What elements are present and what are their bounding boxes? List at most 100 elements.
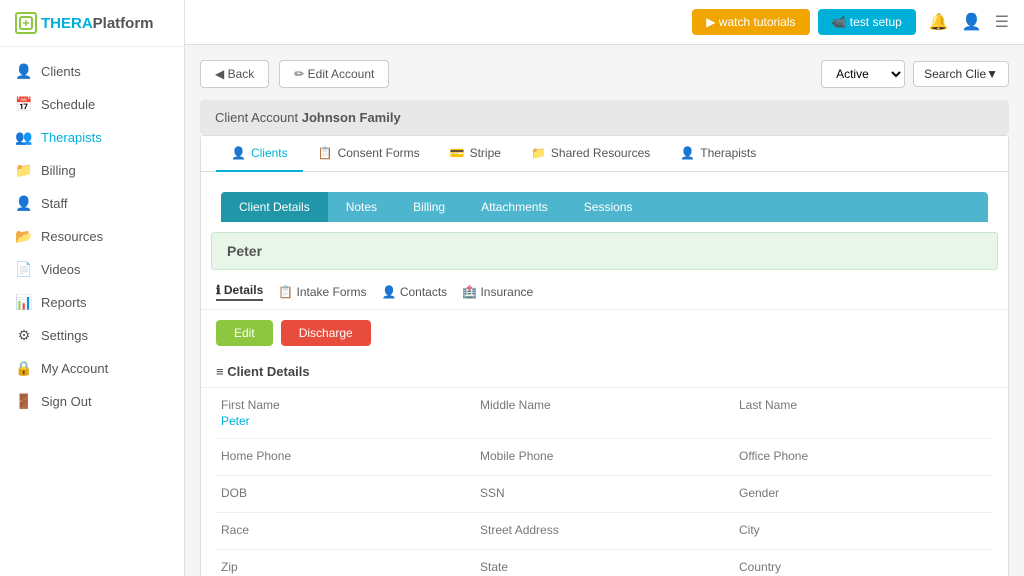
sidebar-item-staff[interactable]: 👤 Staff <box>0 187 184 220</box>
therapists-icon: 👥 <box>15 129 33 146</box>
label-street-address: Street Address <box>480 523 729 537</box>
sidebar-label-billing: Billing <box>41 163 76 178</box>
tab-inner-billing[interactable]: Billing <box>395 192 463 222</box>
cell-last-name: Last Name <box>734 388 993 438</box>
therapists-tab-icon: 👤 <box>680 146 695 160</box>
consent-tab-label: Consent Forms <box>338 146 420 160</box>
sidebar-item-my-account[interactable]: 🔒 My Account <box>0 352 184 385</box>
client-account-prefix: Client Account <box>215 110 298 125</box>
sidebar-label-schedule: Schedule <box>41 97 95 112</box>
sidebar-item-billing[interactable]: 📁 Billing <box>0 154 184 187</box>
sidebar-item-videos[interactable]: 📄 Videos <box>0 253 184 286</box>
resources-icon: 📂 <box>15 228 33 245</box>
bell-icon[interactable]: 🔔 <box>929 12 949 32</box>
label-state: State <box>480 560 729 574</box>
schedule-icon: 📅 <box>15 96 33 113</box>
cell-zip: Zip <box>216 550 475 576</box>
sidebar-item-reports[interactable]: 📊 Reports <box>0 286 184 319</box>
label-mobile-phone: Mobile Phone <box>480 449 729 463</box>
main-card: 👤 Clients 📋 Consent Forms 💳 Stripe 📁 Sha… <box>200 135 1009 576</box>
tab-inner-attachments[interactable]: Attachments <box>463 192 566 222</box>
edit-button[interactable]: Edit <box>216 320 273 346</box>
tab-inner-notes[interactable]: Notes <box>328 192 395 222</box>
tab-outer-clients[interactable]: 👤 Clients <box>216 136 303 172</box>
client-details-section-header: ≡ Client Details <box>201 356 1008 388</box>
search-clients-box[interactable]: Search Clie▼ <box>913 61 1009 87</box>
sub-tabs: ℹ Details 📋 Intake Forms 👤 Contacts 🏥 In… <box>201 275 1008 310</box>
tab-outer-stripe[interactable]: 💳 Stripe <box>435 136 516 172</box>
outer-tabs: 👤 Clients 📋 Consent Forms 💳 Stripe 📁 Sha… <box>201 136 1008 172</box>
sub-tab-insurance[interactable]: 🏥 Insurance <box>462 285 533 299</box>
cell-street-address: Street Address <box>475 513 734 549</box>
cell-race: Race <box>216 513 475 549</box>
user-icon[interactable]: 👤 <box>962 12 982 32</box>
back-button[interactable]: ◀ Back <box>200 60 269 88</box>
inner-tabs: Client Details Notes Billing Attachments… <box>221 192 988 222</box>
detail-actions: Edit Discharge <box>201 310 1008 356</box>
cell-home-phone: Home Phone <box>216 439 475 475</box>
sub-tab-intake-forms[interactable]: 📋 Intake Forms <box>278 285 366 299</box>
tab-inner-client-details[interactable]: Client Details <box>221 192 328 222</box>
cell-middle-name: Middle Name <box>475 388 734 438</box>
my-account-icon: 🔒 <box>15 360 33 377</box>
therapists-tab-label: Therapists <box>700 146 756 160</box>
billing-icon: 📁 <box>15 162 33 179</box>
label-last-name: Last Name <box>739 398 988 412</box>
sidebar-item-clients[interactable]: 👤 Clients <box>0 55 184 88</box>
sign-out-icon: 🚪 <box>15 393 33 410</box>
sidebar-label-reports: Reports <box>41 295 87 310</box>
label-first-name: First Name <box>221 398 470 412</box>
inner-tabs-wrapper: Client Details Notes Billing Attachments… <box>201 172 1008 222</box>
stripe-tab-icon: 💳 <box>450 146 465 160</box>
detail-row-4: Race Street Address City <box>216 513 993 550</box>
cell-city: City <box>734 513 993 549</box>
sidebar-item-therapists[interactable]: 👥 Therapists <box>0 121 184 154</box>
action-bar-right: Active Inactive Search Clie▼ <box>821 60 1009 88</box>
staff-icon: 👤 <box>15 195 33 212</box>
tab-inner-sessions[interactable]: Sessions <box>566 192 651 222</box>
clients-icon: 👤 <box>15 63 33 80</box>
shared-resources-tab-icon: 📁 <box>531 146 546 160</box>
sub-tab-details[interactable]: ℹ Details <box>216 283 263 301</box>
videos-icon: 📄 <box>15 261 33 278</box>
edit-account-button[interactable]: ✏ Edit Account <box>279 60 389 88</box>
tab-outer-therapists[interactable]: 👤 Therapists <box>665 136 771 172</box>
sidebar-label-sign-out: Sign Out <box>41 394 92 409</box>
label-dob: DOB <box>221 486 470 500</box>
details-grid: First Name Peter Middle Name Last Name <box>201 388 1008 576</box>
tab-outer-consent-forms[interactable]: 📋 Consent Forms <box>303 136 435 172</box>
label-city: City <box>739 523 988 537</box>
sub-tab-contacts[interactable]: 👤 Contacts <box>382 285 448 299</box>
main: ▶ watch tutorials 📹 test setup 🔔 👤 ☰ ◀ B… <box>185 0 1024 576</box>
sidebar-item-resources[interactable]: 📂 Resources <box>0 220 184 253</box>
cell-gender: Gender <box>734 476 993 512</box>
sidebar: THERAPlatform 👤 Clients 📅 Schedule 👥 The… <box>0 0 185 576</box>
sidebar-item-schedule[interactable]: 📅 Schedule <box>0 88 184 121</box>
content-area: ◀ Back ✏ Edit Account Active Inactive Se… <box>185 45 1024 576</box>
cell-ssn: SSN <box>475 476 734 512</box>
sidebar-label-settings: Settings <box>41 328 88 343</box>
test-setup-button[interactable]: 📹 test setup <box>818 9 916 35</box>
detail-row-2: Home Phone Mobile Phone Office Phone <box>216 439 993 476</box>
watch-tutorials-button[interactable]: ▶ watch tutorials <box>692 9 809 35</box>
status-select[interactable]: Active Inactive <box>821 60 905 88</box>
consent-tab-icon: 📋 <box>318 146 333 160</box>
clients-tab-label: Clients <box>251 146 288 160</box>
sidebar-item-sign-out[interactable]: 🚪 Sign Out <box>0 385 184 418</box>
shared-resources-tab-label: Shared Resources <box>551 146 650 160</box>
clients-tab-icon: 👤 <box>231 146 246 160</box>
cell-state: State <box>475 550 734 576</box>
logo: THERAPlatform <box>0 0 184 47</box>
sidebar-label-my-account: My Account <box>41 361 108 376</box>
logo-text: THERAPlatform <box>41 15 154 32</box>
client-details-header-text: ≡ Client Details <box>216 364 310 379</box>
logo-icon <box>15 12 37 34</box>
sidebar-item-settings[interactable]: ⚙ Settings <box>0 319 184 352</box>
reports-icon: 📊 <box>15 294 33 311</box>
label-ssn: SSN <box>480 486 729 500</box>
menu-icon[interactable]: ☰ <box>995 12 1009 32</box>
tab-outer-shared-resources[interactable]: 📁 Shared Resources <box>516 136 665 172</box>
sidebar-label-staff: Staff <box>41 196 68 211</box>
discharge-button[interactable]: Discharge <box>281 320 371 346</box>
cell-office-phone: Office Phone <box>734 439 993 475</box>
